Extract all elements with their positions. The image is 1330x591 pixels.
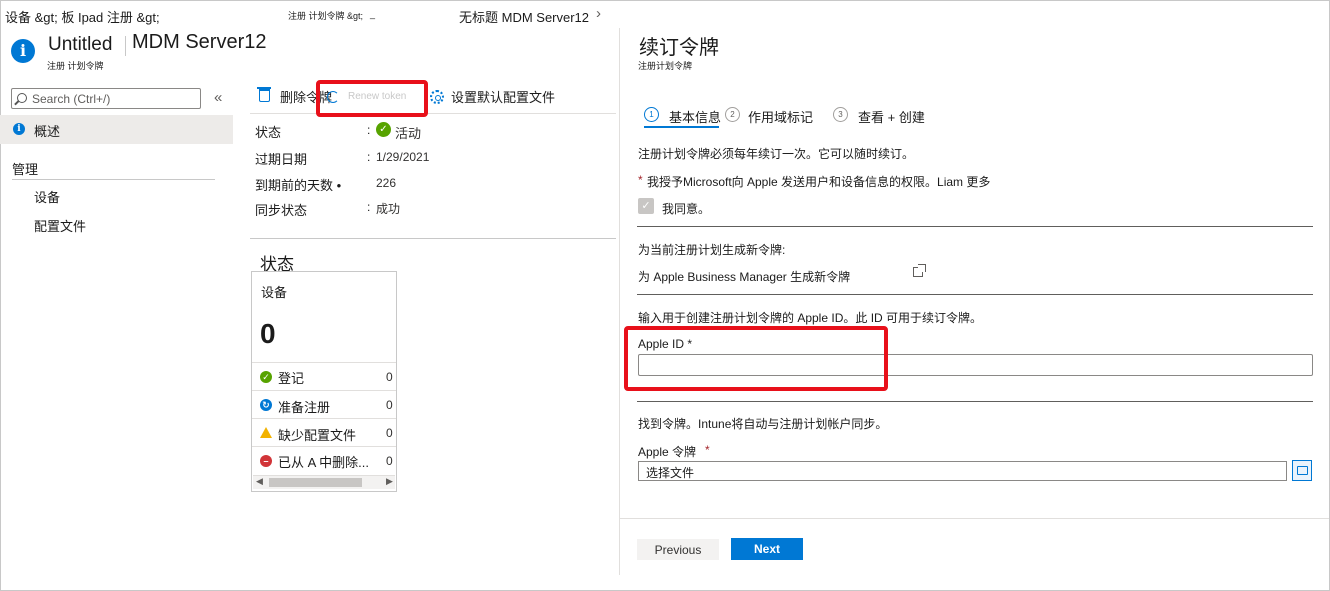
tab-scope-tags[interactable]: 作用域标记 — [748, 107, 813, 126]
page-title: Untitled — [48, 34, 113, 55]
step-3-circle[interactable]: 3 — [833, 107, 848, 122]
search-icon — [17, 93, 27, 103]
active-check-icon: ✓ — [376, 122, 391, 137]
breadcrumb-root[interactable]: 设备 &gt; 板 Ipad 注册 &gt; — [5, 7, 160, 26]
toolbar-divider — [250, 113, 616, 114]
card-row-divider — [252, 446, 396, 447]
tab-basics[interactable]: 基本信息 — [669, 107, 721, 126]
section-divider — [637, 294, 1313, 295]
prop-expiry-colon: : — [367, 150, 371, 164]
scroll-right-icon[interactable]: ▶ — [386, 476, 393, 487]
prop-expiry-label: 过期日期 — [255, 152, 308, 167]
generate-heading: 为当前注册计划生成新令牌: — [638, 243, 786, 257]
status-row-missing-profile[interactable]: 缺少配置文件 — [278, 425, 356, 444]
file-select-input[interactable]: 选择文件 — [638, 461, 1287, 481]
card-title: 设备 — [261, 285, 288, 300]
breadcrumb-middle-tail: _ — [370, 9, 376, 19]
renew-info-text: 注册计划令牌必须每年续订一次。它可以随时续订。 — [638, 147, 915, 161]
prop-sync-label: 同步状态 — [255, 203, 308, 218]
status-row-missing-count: 0 — [386, 426, 393, 440]
prop-days-label: 到期前的天数 • — [255, 178, 342, 193]
prop-sync-colon: : — [367, 200, 371, 214]
panel-title: 续订令牌 — [639, 37, 719, 59]
collapse-sidebar-icon[interactable]: « — [214, 89, 222, 106]
agree-label[interactable]: 我同意。 — [662, 200, 710, 217]
breadcrumb-middle[interactable]: 注册 计划令牌 &gt; — [288, 9, 363, 22]
sidebar-item-devices[interactable]: 设备 — [34, 187, 60, 206]
card-row-divider — [252, 418, 396, 419]
consent-text: 我授予Microsoft向 Apple 发送用户和设备信息的权限。Liam 更多 — [647, 175, 991, 189]
prop-status-colon: : — [367, 123, 371, 137]
sidebar-divider — [12, 179, 215, 180]
generate-token-link[interactable]: 为 Apple Business Manager 生成新令牌 — [638, 268, 850, 285]
status-row-removed[interactable]: 已从 A 中删除... — [278, 452, 369, 471]
external-link-icon[interactable] — [913, 264, 926, 277]
section-divider — [637, 401, 1313, 402]
prop-status-value: 活动 — [395, 126, 422, 141]
info-icon: i — [11, 39, 35, 63]
status-row-ready-count: 0 — [386, 398, 393, 412]
panel-divider — [619, 28, 620, 575]
prop-status-label: 状态 — [255, 125, 282, 140]
apple-token-label: Apple 令牌 — [638, 445, 697, 459]
ready-sync-icon: ↻ — [260, 399, 272, 411]
folder-icon — [1297, 466, 1308, 475]
footer-divider — [620, 518, 1329, 519]
status-row-ready[interactable]: 准备注册 — [278, 397, 330, 416]
step-1-circle[interactable]: 1 — [644, 107, 659, 122]
status-row-enrolled[interactable]: 登记 — [278, 368, 304, 387]
breadcrumb-current: 无标题 MDM Server12 — [459, 10, 590, 25]
page-subtitle: 注册 计划令牌 — [47, 61, 104, 71]
trash-icon[interactable] — [257, 87, 271, 102]
server-name: MDM Server12 — [132, 31, 267, 53]
device-total-count: 0 — [260, 318, 276, 349]
search-box[interactable] — [11, 88, 201, 109]
set-default-profile-button[interactable]: 设置默认配置文件 — [451, 87, 555, 106]
warning-icon — [260, 427, 272, 438]
previous-button[interactable]: Previous — [637, 539, 719, 560]
required-asterisk: * — [638, 173, 643, 187]
status-row-removed-count: 0 — [386, 454, 393, 468]
tab-review-create[interactable]: 查看 + 创建 — [858, 107, 925, 126]
search-input[interactable] — [32, 90, 197, 107]
section-divider — [250, 238, 616, 239]
status-row-enrolled-count: 0 — [386, 370, 393, 384]
sidebar-item-overview-label[interactable]: 概述 — [34, 121, 60, 140]
active-step-underline — [644, 126, 719, 128]
card-row-divider — [252, 362, 396, 363]
find-token-info: 找到令牌。Intune将自动与注册计划帐户同步。 — [638, 417, 888, 431]
section-divider — [637, 226, 1313, 227]
scrollbar-thumb[interactable] — [269, 478, 362, 487]
step-2-circle[interactable]: 2 — [725, 107, 740, 122]
title-divider — [125, 36, 126, 56]
gear-icon[interactable] — [430, 90, 444, 104]
next-button[interactable]: Next — [731, 538, 803, 560]
overview-info-icon: i — [13, 123, 25, 135]
prop-sync-value: 成功 — [376, 202, 401, 216]
agree-checkbox[interactable]: ✓ — [638, 198, 654, 214]
prop-expiry-value: 1/29/2021 — [376, 150, 430, 164]
highlight-renew-token — [316, 80, 428, 117]
sidebar-manage-heading: 管理 — [12, 162, 39, 177]
breadcrumb-chevron-icon: › — [596, 5, 601, 22]
removed-block-icon: – — [260, 455, 272, 467]
enrolled-check-icon: ✓ — [260, 371, 272, 383]
appleid-info-text: 输入用于创建注册计划令牌的 Apple ID。此 ID 可用于续订令牌。 — [638, 311, 983, 325]
scroll-left-icon[interactable]: ◀ — [256, 476, 263, 487]
token-required-asterisk: * — [705, 443, 710, 457]
prop-days-value: 226 — [376, 176, 397, 190]
browse-file-button[interactable] — [1292, 460, 1312, 481]
card-row-divider — [252, 390, 396, 391]
highlight-appleid — [624, 326, 888, 391]
sidebar-item-profiles[interactable]: 配置文件 — [34, 216, 86, 235]
panel-subtitle: 注册计划令牌 — [638, 61, 693, 71]
